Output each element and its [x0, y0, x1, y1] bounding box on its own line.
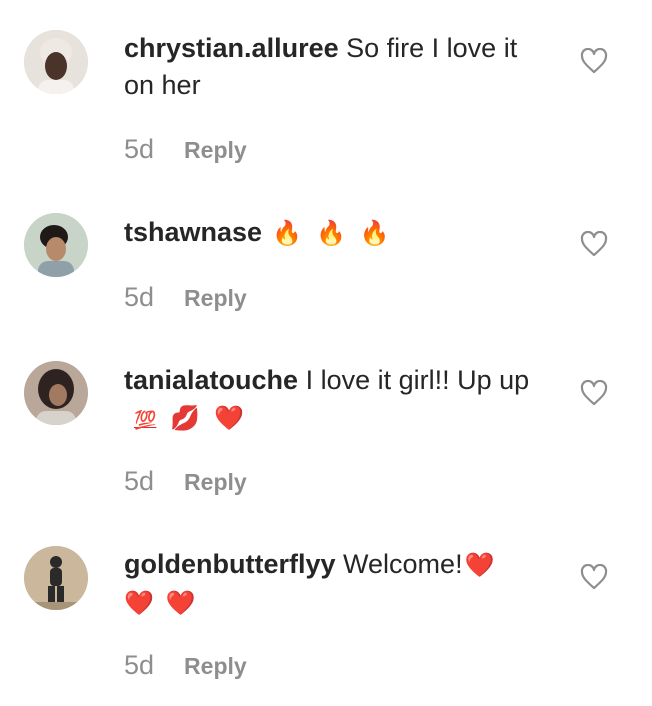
comment-text: goldenbutterflyy Welcome!❤️ ❤️ ❤️: [124, 546, 554, 622]
reply-button[interactable]: Reply: [184, 285, 247, 312]
heart-outline-icon: [580, 230, 608, 257]
comment-text: tanialatouche I love it girl!! Up up 💯 💋 ❤️: [124, 362, 554, 439]
comment-body: Welcome!: [343, 549, 463, 579]
hundred-emoji: 💯: [134, 410, 157, 431]
comment-time[interactable]: 5d: [124, 134, 154, 165]
heart-outline-icon: [580, 47, 608, 74]
reply-button[interactable]: Reply: [184, 137, 247, 164]
like-button[interactable]: [580, 47, 608, 74]
comment-meta: 5d Reply: [124, 134, 247, 165]
comment-text: tshawnase 🔥 🔥 🔥: [124, 214, 554, 252]
comment-username[interactable]: tshawnase: [124, 217, 262, 247]
like-button[interactable]: [580, 230, 608, 257]
comment-meta: 5d Reply: [124, 282, 247, 313]
avatar[interactable]: [24, 30, 88, 94]
heart-outline-icon: [580, 563, 608, 590]
like-button[interactable]: [580, 563, 608, 590]
comment-meta: 5d Reply: [124, 650, 247, 681]
comment-time[interactable]: 5d: [124, 282, 154, 313]
comment-time[interactable]: 5d: [124, 650, 154, 681]
fire-emoji: 🔥: [359, 219, 390, 247]
red-heart-emoji: ❤️: [214, 404, 245, 432]
comment-meta: 5d Reply: [124, 466, 247, 497]
avatar[interactable]: [24, 546, 88, 610]
comment-time[interactable]: 5d: [124, 466, 154, 497]
red-heart-emoji: ❤️: [165, 589, 196, 617]
avatar[interactable]: [24, 213, 88, 277]
red-heart-emoji: ❤️: [124, 589, 154, 617]
reply-button[interactable]: Reply: [184, 653, 247, 680]
comment-username[interactable]: tanialatouche: [124, 365, 298, 395]
like-button[interactable]: [580, 379, 608, 406]
comment-username[interactable]: chrystian.alluree: [124, 33, 339, 63]
fire-emoji: 🔥: [272, 219, 302, 247]
heart-outline-icon: [580, 379, 608, 406]
red-heart-emoji: ❤️: [464, 551, 495, 579]
fire-emoji: 🔥: [315, 219, 346, 247]
reply-button[interactable]: Reply: [184, 469, 247, 496]
comment-body: I love it girl!! Up up: [305, 365, 530, 395]
kiss-emoji: 💋: [170, 404, 201, 432]
comment-username[interactable]: goldenbutterflyy: [124, 549, 336, 579]
avatar[interactable]: [24, 361, 88, 425]
comment-text: chrystian.alluree So fire I love it on h…: [124, 30, 554, 104]
